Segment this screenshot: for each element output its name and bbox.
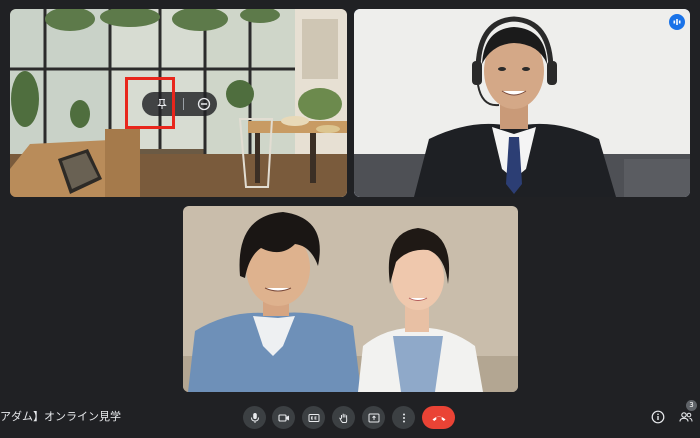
meeting-details-button[interactable] xyxy=(649,408,667,426)
info-icon xyxy=(651,410,665,424)
video-camera-icon xyxy=(277,413,289,422)
remove-from-call-button[interactable] xyxy=(194,94,214,114)
closed-captions-icon xyxy=(308,413,319,422)
speaker-video-feed xyxy=(354,9,690,197)
end-call-button[interactable] xyxy=(422,406,455,429)
meeting-title: アダム】オンライン見学 xyxy=(0,410,121,423)
present-screen-icon xyxy=(368,413,379,422)
audio-level-icon xyxy=(673,19,681,25)
speaking-indicator xyxy=(669,14,685,30)
video-tile-couple[interactable] xyxy=(183,206,518,392)
couple-video-feed xyxy=(183,206,518,392)
camera-button[interactable] xyxy=(272,406,295,429)
present-button[interactable] xyxy=(362,406,385,429)
video-tile-room[interactable] xyxy=(10,9,347,197)
more-options-button[interactable] xyxy=(392,406,415,429)
end-call-icon xyxy=(432,416,445,421)
people-icon xyxy=(679,412,693,422)
pill-divider xyxy=(183,98,184,110)
raise-hand-icon xyxy=(338,413,347,423)
microphone-icon xyxy=(250,412,259,423)
pin-highlight-box xyxy=(125,77,175,129)
microphone-button[interactable] xyxy=(243,406,266,429)
video-tile-speaker[interactable] xyxy=(354,9,690,197)
more-vert-icon xyxy=(402,413,405,422)
raise-hand-button[interactable] xyxy=(332,406,355,429)
captions-button[interactable] xyxy=(302,406,325,429)
remove-circle-icon xyxy=(197,97,211,111)
participant-count-badge: 3 xyxy=(686,400,697,411)
